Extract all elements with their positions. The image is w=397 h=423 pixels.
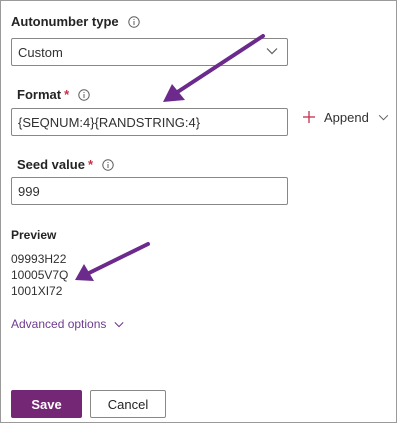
required-marker: *: [87, 157, 93, 172]
seed-value-input[interactable]: 999: [11, 177, 288, 205]
autonumber-type-select[interactable]: Custom: [11, 38, 288, 66]
required-marker: *: [64, 87, 70, 102]
format-label-text: Format: [17, 87, 62, 102]
preview-title: Preview: [11, 228, 57, 242]
seed-value-label-text: Seed value: [17, 157, 85, 172]
info-icon[interactable]: [102, 158, 114, 171]
plus-icon: [303, 111, 315, 123]
chevron-down-icon: [266, 48, 278, 55]
save-button[interactable]: Save: [11, 390, 82, 418]
preview-item: 09993H22: [11, 252, 67, 266]
info-icon[interactable]: [78, 88, 90, 101]
autonumber-type-label: Autonumber type: [11, 14, 140, 29]
cancel-button[interactable]: Cancel: [90, 390, 166, 418]
preview-list: 09993H22 10005V7Q 1001XI72: [11, 251, 68, 299]
chevron-down-icon: [114, 321, 124, 327]
format-label: Format *: [17, 87, 90, 102]
append-label: Append: [324, 109, 369, 125]
seed-value: 999: [18, 183, 40, 199]
format-value: {SEQNUM:4}{RANDSTRING:4}: [18, 114, 201, 130]
append-button[interactable]: Append: [302, 105, 389, 129]
chevron-down-icon: [378, 114, 389, 120]
advanced-options-label: Advanced options: [11, 317, 107, 331]
autonumber-type-value: Custom: [18, 44, 63, 60]
info-icon[interactable]: [127, 15, 140, 28]
preview-item: 10005V7Q: [11, 268, 69, 282]
autonumber-type-label-text: Autonumber type: [11, 14, 119, 29]
seed-value-label: Seed value *: [17, 157, 114, 172]
format-input[interactable]: {SEQNUM:4}{RANDSTRING:4}: [11, 108, 288, 136]
advanced-options-toggle[interactable]: Advanced options: [11, 317, 124, 331]
preview-item: 1001XI72: [11, 284, 63, 298]
